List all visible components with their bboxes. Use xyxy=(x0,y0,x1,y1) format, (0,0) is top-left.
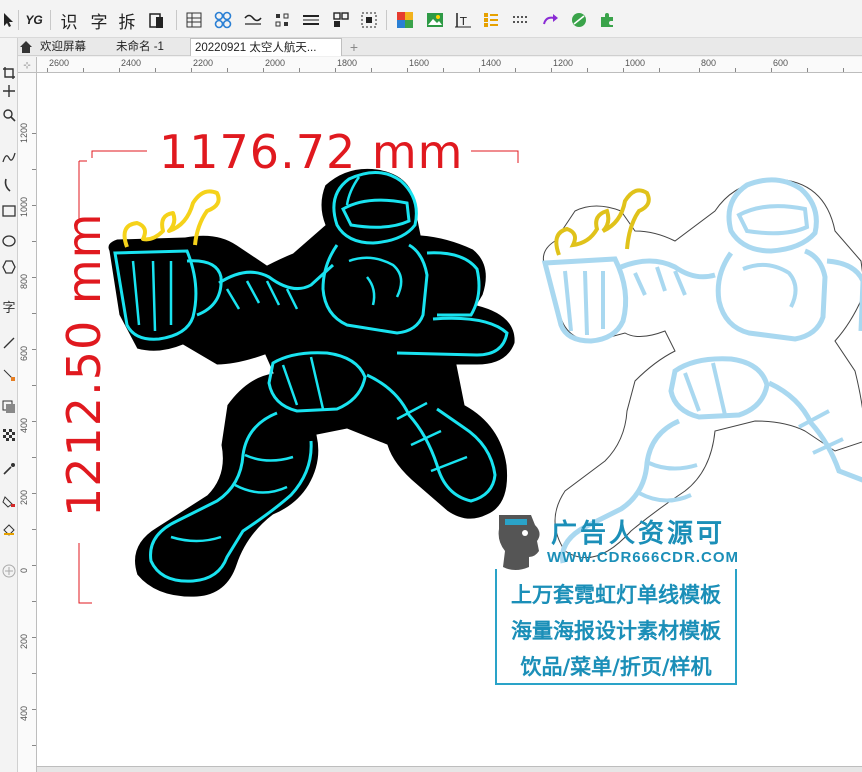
image-icon[interactable] xyxy=(424,8,446,32)
horizontal-ruler[interactable]: 2600 2400 2200 2000 1800 1600 1400 1200 … xyxy=(37,57,862,73)
tab-untitled-label: 未命名 -1 xyxy=(116,41,164,53)
group-icon[interactable] xyxy=(330,8,352,32)
character-button[interactable]: 字 xyxy=(88,8,110,32)
polygon-tool-icon[interactable] xyxy=(1,260,17,276)
drop-shadow-icon[interactable] xyxy=(1,400,17,416)
ruler-label: 2000 xyxy=(265,58,286,68)
ruler-label: 1200 xyxy=(553,58,574,68)
arrow-curve-icon[interactable] xyxy=(540,8,562,32)
ruler-label: 400 xyxy=(19,705,29,721)
ruler-label: 1000 xyxy=(19,196,29,217)
document-tab-bar: 欢迎屏幕 未命名 -1 20220921 太空人航天... + xyxy=(18,38,862,56)
ruler-label: 1400 xyxy=(481,58,502,68)
ruler-label: 1200 xyxy=(19,122,29,143)
drawing-canvas[interactable]: 1176.72 mm 1212.50 mm 广告人资源可 WWW.CDR666C… xyxy=(37,73,862,772)
list-icon[interactable] xyxy=(480,8,502,32)
grid-dots-icon[interactable] xyxy=(510,8,532,32)
tab-active-document[interactable]: 20220921 太空人航天... xyxy=(190,38,342,56)
crop-tool-icon[interactable] xyxy=(1,66,17,82)
svg-text:T: T xyxy=(459,15,467,28)
eyedropper-icon[interactable] xyxy=(1,462,17,478)
home-icon xyxy=(20,41,32,53)
vertical-ruler[interactable]: 1200 1000 800 600 400 200 0 200 400 xyxy=(18,73,37,772)
color-swatch-icon[interactable] xyxy=(394,8,416,32)
watermark-line-3: 饮品/菜单/折页/样机 xyxy=(520,655,712,679)
ruler-label: 0 xyxy=(19,567,29,573)
align-icon[interactable] xyxy=(272,8,294,32)
ruler-label: 400 xyxy=(19,417,29,433)
smart-fill-icon[interactable] xyxy=(1,522,17,538)
artistic-media-icon[interactable] xyxy=(1,178,17,194)
ruler-label: 2600 xyxy=(49,58,70,68)
ruler-label: 200 xyxy=(19,633,29,649)
ruler-label: 800 xyxy=(19,273,29,289)
leaf-icon[interactable] xyxy=(568,8,590,32)
profile-head-icon xyxy=(498,515,540,570)
puzzle-icon[interactable] xyxy=(596,8,618,32)
tab-active-label: 20220921 太空人航天... xyxy=(195,42,317,54)
watermark-line-1: 上万套霓虹灯单线模板 xyxy=(511,583,721,607)
clipboard-icon[interactable] xyxy=(146,8,166,32)
horizontal-scrollbar[interactable] xyxy=(37,766,862,772)
astronaut-neon-artwork[interactable] xyxy=(97,165,527,615)
ruler-label: 2400 xyxy=(121,58,142,68)
wave-icon[interactable] xyxy=(242,8,264,32)
recognize-text-button[interactable]: 识 xyxy=(58,8,80,32)
distribute-icon[interactable] xyxy=(300,8,322,32)
rectangle-tool-icon[interactable] xyxy=(1,204,17,220)
connector-tool-icon[interactable] xyxy=(1,368,17,384)
ruler-label: 1600 xyxy=(409,58,430,68)
yg-plugin-icon[interactable]: YG xyxy=(22,8,46,32)
tab-welcome-label: 欢迎屏幕 xyxy=(40,41,86,53)
watermark-logo: 广告人资源可 WWW.CDR666CDR.COM 上万套霓虹灯单线模板 海量海报… xyxy=(495,511,739,689)
ellipse-tool-icon[interactable] xyxy=(1,234,17,250)
property-toolbar: YG 识 字 拆 T xyxy=(0,0,862,38)
ruler-origin[interactable]: ⊹ xyxy=(18,57,37,73)
ruler-label: 800 xyxy=(701,58,717,68)
table-icon[interactable] xyxy=(184,8,204,32)
split-button[interactable]: 拆 xyxy=(116,8,138,32)
pick-tool-icon[interactable] xyxy=(2,8,16,32)
node-icon[interactable] xyxy=(212,8,234,32)
add-tool-icon[interactable] xyxy=(1,564,17,580)
ruler-label: 1000 xyxy=(625,58,646,68)
toolbox: 字 xyxy=(0,38,18,772)
text-baseline-icon[interactable]: T xyxy=(452,8,474,32)
interactive-fill-icon[interactable] xyxy=(1,494,17,510)
zoom-tool-icon[interactable] xyxy=(1,108,17,124)
parallel-dimension-icon[interactable] xyxy=(1,336,17,352)
watermark-brand: 广告人资源可 xyxy=(551,519,726,549)
text-tool-icon[interactable]: 字 xyxy=(1,300,17,316)
select-bounds-icon[interactable] xyxy=(358,8,380,32)
ruler-label: 1800 xyxy=(337,58,358,68)
transparency-icon[interactable] xyxy=(1,428,17,444)
corel-draw-window: YG 识 字 拆 T 欢迎屏幕 未命名 -1 20220921 太空人航天...… xyxy=(0,0,862,772)
ruler-label: 2200 xyxy=(193,58,214,68)
watermark-url: WWW.CDR666CDR.COM xyxy=(547,549,739,566)
ruler-label: 600 xyxy=(773,58,789,68)
ruler-label: 600 xyxy=(19,345,29,361)
move-tool-icon[interactable] xyxy=(1,84,17,100)
add-tab-button[interactable]: + xyxy=(348,38,360,56)
freehand-tool-icon[interactable] xyxy=(1,150,17,166)
tab-untitled[interactable]: 未命名 -1 xyxy=(116,38,164,56)
watermark-line-2: 海量海报设计素材模板 xyxy=(511,619,721,643)
ruler-label: 200 xyxy=(19,489,29,505)
